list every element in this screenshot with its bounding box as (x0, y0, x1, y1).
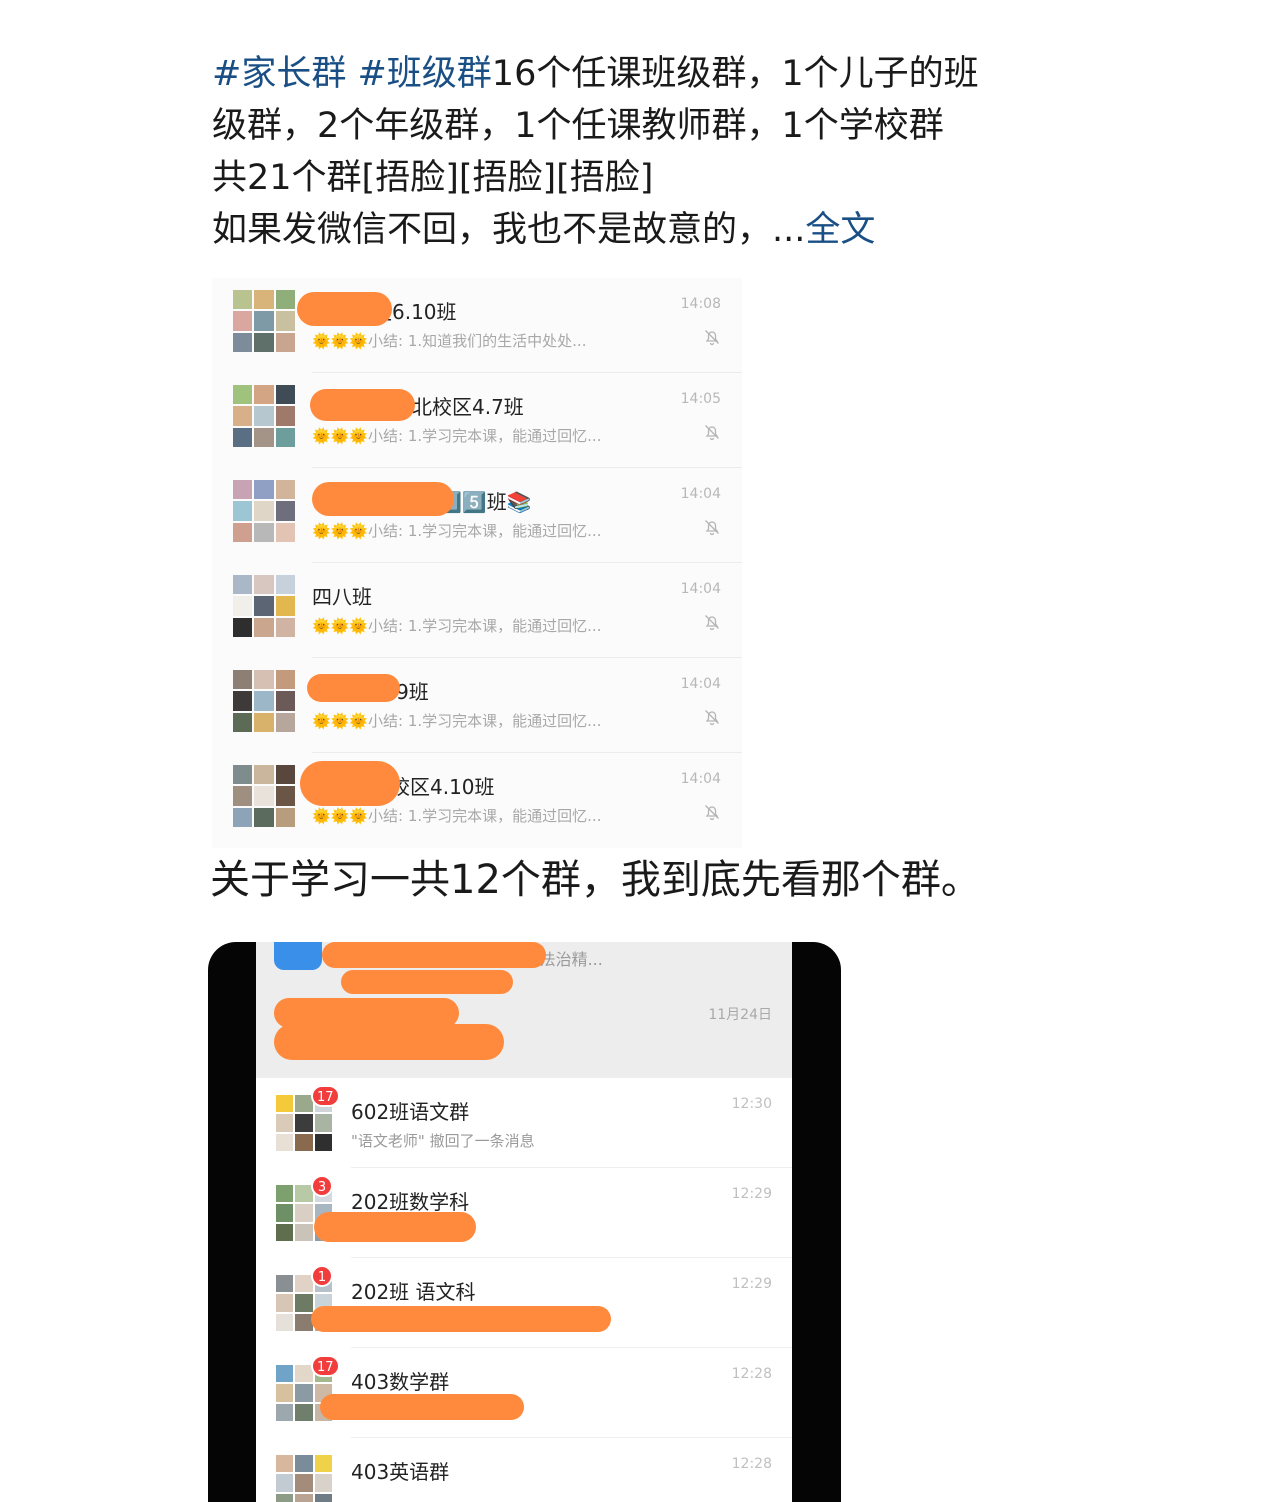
official-account-icon (274, 942, 322, 970)
chat-preview: 🌞🌞🌞小结: 1.学习完本课，能通过回忆... (312, 615, 601, 636)
mute-bell-icon (705, 805, 719, 821)
chat-preview: 🌞🌞🌞小结: 1.学习完本课，能通过回忆... (312, 710, 601, 731)
group-avatar (233, 290, 295, 352)
group-chat-row[interactable]: 17 602班语文群 "语文老师" 撤回了一条消息 12:30 (256, 1078, 792, 1168)
pinned-chats-panel: 法宣传“六个一”，法治精... 11月24日 (256, 942, 792, 1078)
redaction-mark (312, 482, 454, 516)
group-avatar (233, 670, 295, 732)
redaction-mark (300, 761, 400, 806)
chat-preview-text: 小结: 1.学习完本课，能通过回忆... (368, 522, 602, 540)
redaction-mark (297, 292, 392, 326)
group-avatar (276, 1455, 332, 1502)
sun-emoji: 🌞🌞🌞 (312, 522, 369, 540)
group-chat-row[interactable]: 1 202班 语文科 12:29 (256, 1258, 792, 1348)
chat-time: 14:08 (680, 296, 721, 312)
post-line-1-text: 16个任课班级群，1个儿子的班 (491, 54, 979, 94)
group-preview: "语文老师" 撤回了一条消息 (351, 1132, 535, 1150)
chat-row[interactable]: 四八班 🌞🌞🌞小结: 1.学习完本课，能通过回忆... 14:04 (212, 563, 742, 658)
group-name: 403英语群 (351, 1460, 450, 1484)
post-line-4-text: 如果发微信不回，我也不是故意的，... (212, 210, 806, 250)
sun-emoji: 🌞🌞🌞 (312, 427, 369, 445)
group-avatar (233, 480, 295, 542)
read-more-link[interactable]: 全文 (805, 210, 875, 250)
mute-bell-icon (705, 710, 719, 726)
post-line-1: #家长群 #班级群16个任课班级群，1个儿子的班 (212, 48, 1032, 100)
hashtag-parent-group[interactable]: #家长群 (212, 54, 346, 94)
group-time: 12:30 (731, 1096, 772, 1112)
chat-name: 校区4.10班 (390, 775, 495, 799)
group-time: 12:29 (731, 1276, 772, 1292)
chat-name: 北校区4.7班 (412, 395, 524, 419)
redaction-mark (320, 1394, 524, 1420)
group-avatar (233, 765, 295, 827)
group-time: 12:28 (731, 1456, 772, 1472)
mute-bell-icon (705, 425, 719, 441)
group-name: 602班语文群 (351, 1100, 470, 1124)
chat-row[interactable]: 4.9班 🌞🌞🌞小结: 1.学习完本课，能通过回忆... 14:04 (212, 658, 742, 753)
unread-badge: 3 (311, 1175, 333, 1197)
redaction-mark (341, 970, 513, 994)
mute-bell-icon (705, 520, 719, 536)
post-caption: 关于学习一共12个群，我到底先看那个群。 (210, 857, 981, 903)
chat-row[interactable]: 校区4.10班 🌞🌞🌞小结: 1.学习完本课，能通过回忆... 14:04 (212, 753, 742, 848)
chat-preview: 🌞🌞🌞小结: 1.学习完本课，能通过回忆... (312, 520, 601, 541)
redaction-mark (311, 1306, 611, 1332)
chat-preview-text: 小结: 1.学习完本课，能通过回忆... (368, 617, 602, 635)
chat-time: 14:04 (680, 581, 721, 597)
group-chat-row[interactable]: 403英语群 12:28 (256, 1438, 792, 1502)
redaction-mark (310, 389, 415, 421)
group-chat-row[interactable]: 3 202班数学科 12:29 (256, 1168, 792, 1258)
chat-row[interactable]: 小北校区6.10班 🌞🌞🌞小结: 1.知道我们的生活中处处... 14:08 (212, 278, 742, 373)
group-avatar (233, 575, 295, 637)
sun-emoji: 🌞🌞🌞 (312, 332, 369, 350)
chat-row[interactable]: 1️⃣5️⃣班📚 🌞🌞🌞小结: 1.学习完本课，能通过回忆... 14:04 (212, 468, 742, 563)
group-avatar (233, 385, 295, 447)
mute-bell-icon (705, 615, 719, 631)
redaction-mark (322, 942, 546, 968)
group-time: 12:28 (731, 1366, 772, 1382)
chat-preview: 🌞🌞🌞小结: 1.知道我们的生活中处处... (312, 330, 586, 351)
chat-name: 四八班 (312, 585, 372, 609)
sun-emoji: 🌞🌞🌞 (312, 807, 369, 825)
chat-preview-text: 小结: 1.知道我们的生活中处处... (368, 332, 587, 350)
unread-badge: 17 (311, 1085, 340, 1107)
wechat-screenshot-2: 法宣传“六个一”，法治精... 11月24日 17 602班语文群 "语文老师"… (208, 942, 841, 1502)
wechat-screenshot-1: 小北校区6.10班 🌞🌞🌞小结: 1.知道我们的生活中处处... 14:08 北… (212, 278, 742, 848)
post-text: #家长群 #班级群16个任课班级群，1个儿子的班 级群，2个年级群，1个任课教师… (212, 48, 1032, 256)
chat-preview-text: 小结: 1.学习完本课，能通过回忆... (368, 807, 602, 825)
post-line-4: 如果发微信不回，我也不是故意的，...全文 (212, 204, 1032, 256)
group-chat-row[interactable]: 17 403数学群 12:28 (256, 1348, 792, 1438)
redaction-mark (274, 1024, 504, 1060)
hashtag-class-group[interactable]: #班级群 (357, 54, 491, 94)
pinned-date: 11月24日 (708, 1007, 772, 1023)
group-time: 12:29 (731, 1186, 772, 1202)
mute-bell-icon (705, 330, 719, 346)
group-name: 403数学群 (351, 1370, 450, 1394)
chat-preview-text: 小结: 1.学习完本课，能通过回忆... (368, 712, 602, 730)
redaction-mark (314, 1212, 476, 1242)
redaction-mark (307, 674, 400, 702)
post-line-2: 级群，2个年级群，1个任课教师群，1个学校群 (212, 106, 944, 146)
post-line-3: 共21个群[捂脸][捂脸][捂脸] (212, 158, 654, 198)
group-name: 202班 语文科 (351, 1280, 476, 1304)
group-name: 202班数学科 (351, 1190, 470, 1214)
unread-badge: 1 (311, 1265, 333, 1287)
chat-row[interactable]: 北校区4.7班 🌞🌞🌞小结: 1.学习完本课，能通过回忆... 14:05 (212, 373, 742, 468)
chat-time: 14:04 (680, 486, 721, 502)
sun-emoji: 🌞🌞🌞 (312, 617, 369, 635)
chat-preview: 🌞🌞🌞小结: 1.学习完本课，能通过回忆... (312, 425, 601, 446)
chat-time: 14:05 (680, 391, 721, 407)
chat-preview: 🌞🌞🌞小结: 1.学习完本课，能通过回忆... (312, 805, 601, 826)
phone-screen: 法宣传“六个一”，法治精... 11月24日 17 602班语文群 "语文老师"… (256, 942, 792, 1502)
sun-emoji: 🌞🌞🌞 (312, 712, 369, 730)
chat-time: 14:04 (680, 771, 721, 787)
chat-preview-text: 小结: 1.学习完本课，能通过回忆... (368, 427, 602, 445)
unread-badge: 17 (311, 1355, 340, 1377)
chat-time: 14:04 (680, 676, 721, 692)
